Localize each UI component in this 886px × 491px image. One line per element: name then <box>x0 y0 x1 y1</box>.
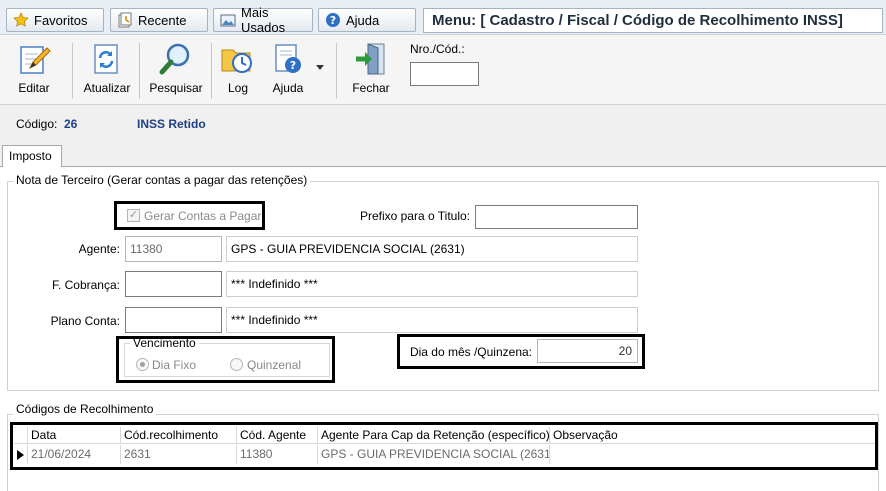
toolbar-separator <box>72 43 73 99</box>
highlight-box <box>114 201 265 230</box>
log-label: Log <box>227 81 249 95</box>
favoritos-label: Favoritos <box>34 12 88 28</box>
atualizar-button[interactable]: Atualizar <box>82 41 132 101</box>
toolbar-separator <box>336 43 337 99</box>
editar-label: Editar <box>18 81 50 95</box>
code-label: Código: <box>16 117 58 131</box>
tab-imposto[interactable]: Imposto <box>2 145 62 167</box>
menu-breadcrumb: Menu: [ Cadastro / Fiscal / Código de Re… <box>423 8 883 33</box>
record-name: INSS Retido <box>137 117 206 131</box>
ajuda-nav-label: Ajuda <box>346 12 380 28</box>
exit-door-icon <box>356 43 385 75</box>
top-nav-bar: Favoritos Recente Mais Usados ? Ajuda Me… <box>0 0 886 35</box>
nro-cod-input[interactable] <box>410 62 479 86</box>
record-header <box>0 106 886 142</box>
recent-documents-icon <box>117 12 133 28</box>
code-value: 26 <box>64 117 78 131</box>
help-icon: ? <box>325 12 341 28</box>
ajuda-nav-button[interactable]: ? Ajuda <box>318 8 416 32</box>
picture-icon <box>220 12 236 28</box>
fechar-button[interactable]: Fechar <box>350 41 392 101</box>
highlight-box <box>10 422 878 470</box>
plano-conta-code-input[interactable] <box>125 307 222 333</box>
log-button[interactable]: Log <box>220 41 256 101</box>
agente-code-input[interactable]: 11380 <box>125 236 222 262</box>
ajuda-toolbar-label: Ajuda <box>272 81 304 95</box>
cobranca-name-field: *** Indefinido *** <box>226 271 638 297</box>
nota-terceiro-legend: Nota de Terceiro (Gerar contas a pagar d… <box>13 173 311 187</box>
mais-usados-label: Mais Usados <box>241 5 286 35</box>
ajuda-dropdown-arrow[interactable] <box>316 65 324 70</box>
editar-button[interactable]: Editar <box>12 41 56 101</box>
refresh-icon <box>94 44 118 74</box>
codigos-recolhimento-legend: Códigos de Recolhimento <box>13 402 157 416</box>
agente-label: Agente: <box>78 242 120 256</box>
prefixo-label: Prefixo para o Titulo: <box>359 209 470 223</box>
star-icon <box>13 12 29 28</box>
svg-text:?: ? <box>330 14 336 27</box>
nro-cod-label: Nro./Cód.: <box>410 42 465 56</box>
cobranca-code-input[interactable] <box>125 271 222 297</box>
prefixo-input[interactable] <box>475 205 638 229</box>
plano-conta-label: Plano Conta: <box>50 314 120 328</box>
edit-icon <box>20 46 51 74</box>
search-icon <box>159 43 190 75</box>
folder-clock-icon <box>221 49 252 73</box>
recente-label: Recente <box>138 12 187 28</box>
pesquisar-button[interactable]: Pesquisar <box>148 41 204 101</box>
pesquisar-label: Pesquisar <box>149 81 203 95</box>
toolbar-separator <box>211 43 212 99</box>
ajuda-toolbar-button[interactable]: ? Ajuda <box>268 41 308 101</box>
toolbar-separator <box>139 43 140 99</box>
cobranca-label: F. Cobrança: <box>51 278 120 292</box>
fechar-label: Fechar <box>352 81 390 95</box>
mais-usados-button[interactable]: Mais Usados <box>213 5 313 35</box>
svg-text:?: ? <box>290 59 296 72</box>
agente-name-field: GPS - GUIA PREVIDENCIA SOCIAL (2631) <box>226 236 638 262</box>
atualizar-label: Atualizar <box>83 81 131 95</box>
help-document-icon: ? <box>275 44 301 73</box>
plano-conta-name-field: *** Indefinido *** <box>226 307 638 333</box>
highlight-box <box>397 334 645 369</box>
recente-button[interactable]: Recente <box>110 8 208 32</box>
favoritos-button[interactable]: Favoritos <box>6 8 104 32</box>
highlight-box <box>116 336 335 383</box>
